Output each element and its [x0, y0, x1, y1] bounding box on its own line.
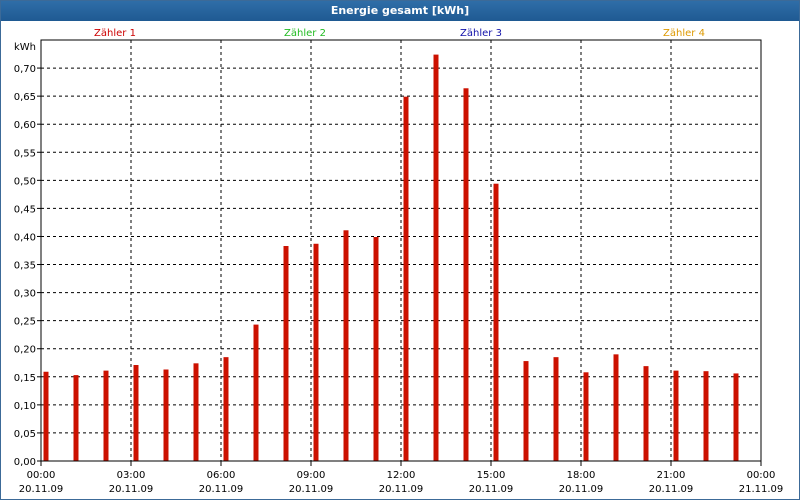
y-tick-label: 0,15 — [14, 373, 36, 384]
bar — [553, 357, 559, 461]
bar — [193, 363, 199, 461]
y-tick-label: 0,05 — [14, 429, 36, 440]
x-tick-time-label: 00:00 — [747, 470, 776, 481]
bar — [673, 370, 679, 461]
x-tick-date-label: 20.11.09 — [379, 484, 424, 495]
y-tick-label: 0,25 — [14, 317, 36, 328]
bar — [703, 371, 709, 461]
y-tick-label: 0,00 — [14, 457, 36, 468]
x-tick-time-label: 18:00 — [567, 470, 596, 481]
x-tick-time-label: 12:00 — [387, 470, 416, 481]
x-tick-date-label: 20.11.09 — [289, 484, 334, 495]
y-tick-label: 0,35 — [14, 261, 36, 272]
bar — [733, 373, 739, 461]
y-tick-label: 0,45 — [14, 204, 36, 215]
bar — [223, 357, 229, 461]
bar — [523, 361, 529, 461]
y-tick-label: 0,10 — [14, 401, 36, 412]
bar — [163, 369, 169, 461]
bar — [403, 96, 409, 461]
x-tick-date-label: 20.11.09 — [649, 484, 694, 495]
x-tick-date-label: 20.11.09 — [199, 484, 244, 495]
bar — [463, 88, 469, 462]
bar — [253, 324, 259, 461]
y-tick-label: 0,60 — [14, 120, 36, 131]
x-tick-date-label: 20.11.09 — [19, 484, 64, 495]
bar — [283, 246, 289, 461]
y-axis-unit: kWh — [14, 42, 36, 53]
bar — [73, 375, 79, 461]
y-tick-label: 0,40 — [14, 232, 36, 243]
bar — [313, 243, 319, 461]
x-tick-time-label: 21:00 — [657, 470, 686, 481]
x-tick-date-label: 20.11.09 — [559, 484, 604, 495]
y-tick-label: 0,65 — [14, 92, 36, 103]
x-tick-time-label: 06:00 — [207, 470, 236, 481]
x-tick-time-label: 03:00 — [117, 470, 146, 481]
legend-item: Zähler 1 — [94, 28, 136, 39]
bar — [133, 365, 139, 461]
y-tick-label: 0,20 — [14, 345, 36, 356]
bar — [343, 230, 349, 461]
legend-item: Zähler 3 — [460, 28, 502, 39]
y-tick-label: 0,70 — [14, 64, 36, 75]
legend-item: Zähler 2 — [284, 28, 326, 39]
bar — [43, 371, 49, 461]
x-tick-date-label: 20.11.09 — [469, 484, 514, 495]
x-tick-time-label: 00:00 — [27, 470, 56, 481]
legend-item: Zähler 4 — [663, 28, 705, 39]
energy-bar-chart: 0,00 0,05 0,10 0,15 0,20 0,25 0,30 0,35 0,40 0,45… — [14, 28, 784, 495]
x-tick-date-label: 21.11.09 — [739, 484, 784, 495]
bar — [373, 237, 379, 461]
y-tick-label: 0,50 — [14, 176, 36, 187]
x-tick-date-label: 20.11.09 — [109, 484, 154, 495]
bar — [493, 183, 499, 461]
x-tick-time-label: 09:00 — [297, 470, 326, 481]
bar — [643, 366, 649, 461]
x-tick-time-label: 15:00 — [477, 470, 506, 481]
bar — [613, 354, 619, 461]
y-tick-label: 0,30 — [14, 289, 36, 300]
bar — [433, 54, 439, 461]
bar — [583, 372, 589, 461]
bar — [103, 370, 109, 461]
y-tick-label: 0,55 — [14, 148, 36, 159]
